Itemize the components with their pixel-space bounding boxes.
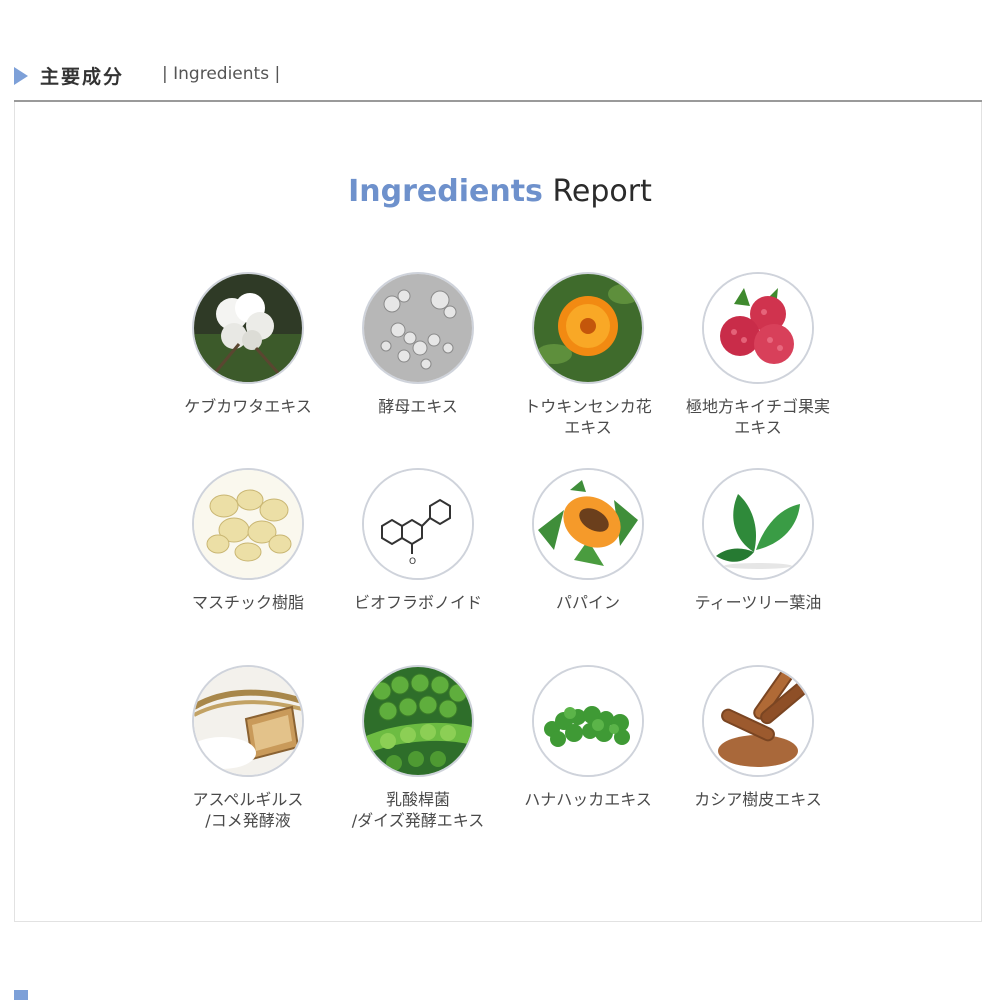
ingredient-item: トウキンセンカ花 エキス bbox=[503, 272, 673, 438]
flavonoid-molecule-icon: O bbox=[362, 468, 474, 580]
section-title: 主要成分 bbox=[40, 66, 125, 88]
ingredient-label: 酵母エキス bbox=[378, 397, 458, 416]
ingredient-item: カシア樹皮エキス bbox=[673, 665, 843, 810]
calendula-icon bbox=[532, 272, 644, 384]
ingredient-label: アスペルギルス /コメ発酵液 bbox=[192, 790, 304, 830]
ingredient-label: 極地方キイチゴ果実 エキス bbox=[685, 397, 830, 437]
ingredient-item: パパイン bbox=[503, 468, 673, 613]
ingredient-item: ティーツリー葉油 bbox=[673, 468, 843, 613]
cotton-icon bbox=[192, 272, 304, 384]
report-title: Ingredients Report bbox=[0, 174, 1000, 209]
ingredient-label: ビオフラボノイド bbox=[353, 593, 482, 612]
ingredient-label: ケブカワタエキス bbox=[184, 397, 312, 416]
ingredient-item: 乳酸桿菌 /ダイズ発酵エキス bbox=[333, 665, 503, 831]
ingredient-label: トウキンセンカ花 エキス bbox=[524, 397, 652, 437]
ingredient-label: 乳酸桿菌 /ダイズ発酵エキス bbox=[351, 790, 485, 830]
section-subtitle: | Ingredients | bbox=[162, 64, 281, 84]
next-section-arrow-icon bbox=[14, 990, 28, 1000]
section-arrow-icon bbox=[14, 67, 28, 85]
ingredient-item: 酵母エキス bbox=[333, 272, 503, 417]
mastic-resin-icon bbox=[192, 468, 304, 580]
ingredient-label: パパイン bbox=[555, 593, 620, 612]
tea-tree-leaf-icon bbox=[702, 468, 814, 580]
raspberry-icon bbox=[702, 272, 814, 384]
yeast-icon bbox=[362, 272, 474, 384]
rice-ferment-icon bbox=[192, 665, 304, 777]
ingredient-label: マスチック樹脂 bbox=[191, 593, 304, 612]
ingredient-item: O ビオフラボノイド bbox=[333, 468, 503, 613]
section-header: 主要成分 | Ingredients | bbox=[14, 60, 982, 102]
ingredient-label: ティーツリー葉油 bbox=[694, 593, 822, 612]
oregano-icon bbox=[532, 665, 644, 777]
ingredient-item: ケブカワタエキス bbox=[163, 272, 333, 417]
ingredient-item: ハナハッカエキス bbox=[503, 665, 673, 810]
ingredient-item: アスペルギルス /コメ発酵液 bbox=[163, 665, 333, 831]
ingredient-item: マスチック樹脂 bbox=[163, 468, 333, 613]
soybean-icon bbox=[362, 665, 474, 777]
papaya-icon bbox=[532, 468, 644, 580]
ingredient-item: 極地方キイチゴ果実 エキス bbox=[673, 272, 843, 438]
next-section-edge bbox=[14, 990, 214, 1000]
svg-text:O: O bbox=[409, 557, 416, 567]
ingredient-label: ハナハッカエキス bbox=[524, 790, 652, 809]
ingredient-label: カシア樹皮エキス bbox=[694, 790, 822, 809]
report-title-accent: Ingredients bbox=[348, 174, 543, 209]
report-title-plain: Report bbox=[552, 174, 652, 209]
cinnamon-icon bbox=[702, 665, 814, 777]
